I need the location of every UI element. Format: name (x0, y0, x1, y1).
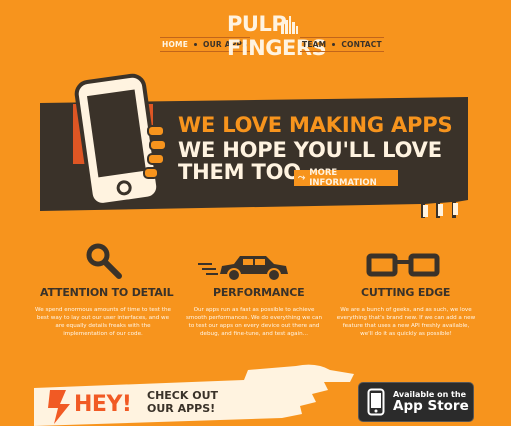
hero-line-1: WE LOVE MAKING APPS (178, 113, 453, 137)
app-store-text: Available on the App Store (393, 390, 469, 414)
more-information-button[interactable]: ⤳ MORE INFORMATION (294, 168, 398, 188)
logo-line-1: PULP (227, 12, 287, 36)
check-line-2: OUR APPS! (147, 402, 216, 415)
car-icon (198, 256, 288, 282)
feature-body-performance: Our apps run as fast as possible to achi… (185, 307, 322, 337)
check-line-1: CHECK OUT (147, 389, 219, 402)
feature-title-cutting-edge: CUTTING EDGE (361, 286, 451, 299)
logo[interactable]: PULP FINGERS (227, 12, 327, 64)
app-store-big-label: App Store (393, 398, 469, 415)
more-information-label: MORE INFORMATION (309, 168, 377, 188)
page: HOME OUR APPS PULP FINGERS TEAM CONTACT (0, 0, 511, 426)
phone-outline-icon (367, 388, 385, 416)
feature-body-cutting-edge: We are a bunch of geeks, and as such, we… (336, 307, 476, 337)
hero-line-2: WE HOPE YOU'LL LOVE (178, 137, 442, 162)
nav-separator (332, 43, 336, 46)
nav-home-link[interactable]: HOME (162, 40, 188, 49)
nav-separator (194, 43, 198, 46)
phone-icon (73, 73, 167, 207)
nav-contact-link[interactable]: CONTACT (341, 40, 382, 49)
feature-title-performance: PERFORMANCE (213, 286, 305, 299)
magnifier-icon (86, 243, 122, 279)
arrow-icon: ⤳ (298, 173, 306, 183)
app-store-badge[interactable]: Available on the App Store (358, 382, 474, 422)
hey-label: HEY! (74, 392, 132, 417)
skyline-icon (281, 16, 298, 34)
glasses-icon (366, 253, 440, 277)
feature-body-detail: We spend enormous amounts of time to tes… (35, 307, 171, 337)
feature-title-detail: ATTENTION TO DETAIL (40, 286, 174, 299)
nav-team-link[interactable]: TEAM (302, 40, 326, 49)
check-out-apps: CHECK OUT OUR APPS! (147, 389, 218, 415)
nav-right: TEAM CONTACT (300, 37, 384, 52)
